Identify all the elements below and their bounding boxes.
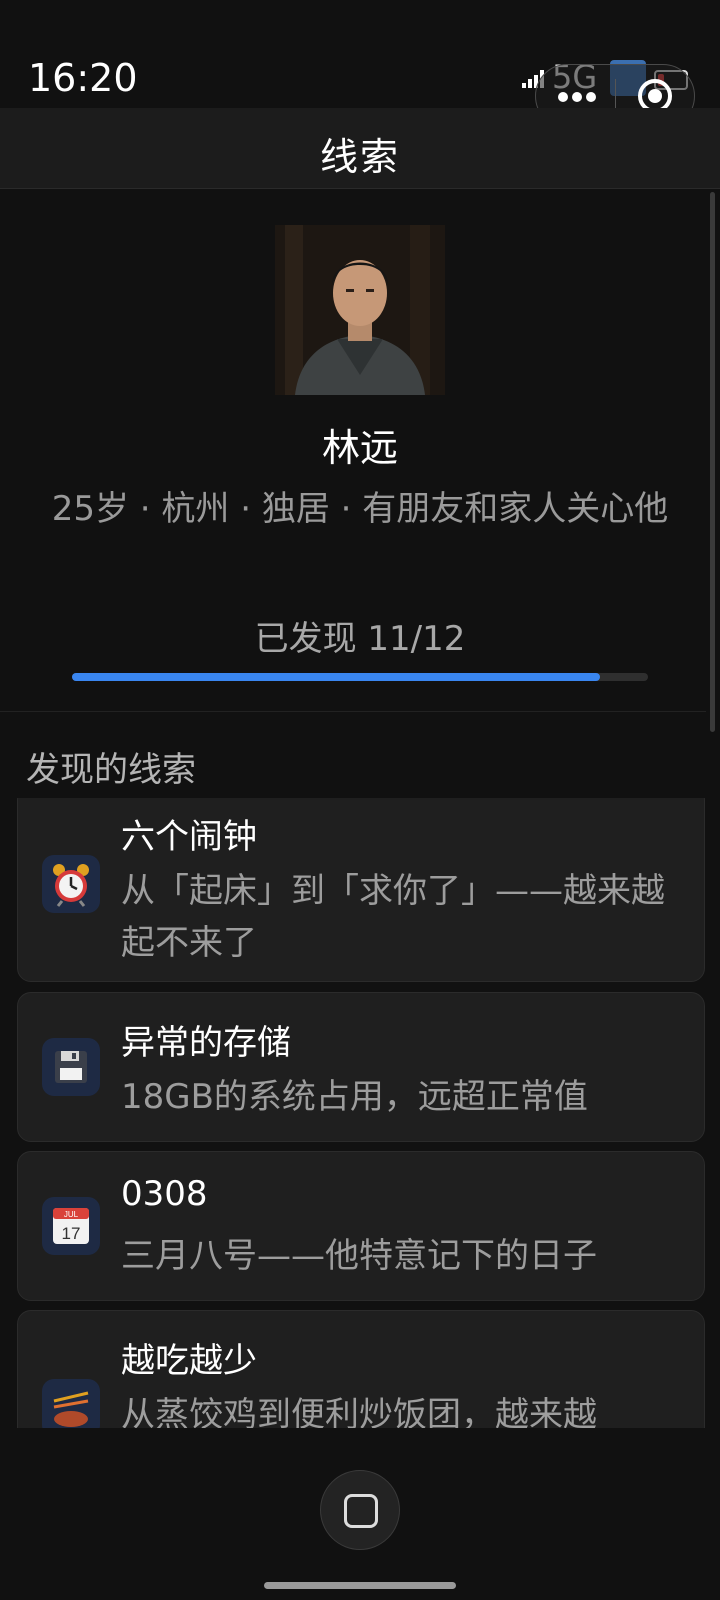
profile-section: 林远 25岁 · 杭州 · 独居 · 有朋友和家人关心他 已发现 11/12: [0, 189, 706, 712]
clue-description: 从「起床」到「求你了」——越来越起不来了: [121, 871, 665, 963]
progress-bar: [72, 673, 648, 681]
floppy-disk-icon: [42, 1038, 100, 1096]
calendar-month: JUL: [64, 1210, 79, 1219]
clue-description: 从蒸饺鸡到便利炒饭团，越来越: [121, 1395, 597, 1428]
avatar-portrait-image: [275, 225, 445, 395]
page-title: 线索: [319, 135, 400, 179]
title-bar: 线索: [0, 108, 720, 189]
clue-description: 三月八号——他特意记下的日子: [121, 1236, 597, 1276]
scrollbar[interactable]: [710, 192, 715, 732]
clue-title: 异常的存储: [121, 1023, 291, 1063]
clue-card-date[interactable]: JUL 17 0308 三月八号——他特意记下的日子: [17, 1151, 705, 1301]
progress-bar-fill: [72, 673, 601, 681]
clue-card-alarms[interactable]: 六个闹钟 从「起床」到「求你了」——越来越起不来了: [17, 798, 705, 982]
home-button[interactable]: [320, 1470, 400, 1550]
clue-title: 0308: [121, 1174, 208, 1214]
profile-name: 林远: [321, 426, 398, 470]
clue-title: 越吃越少: [121, 1341, 257, 1381]
clue-card-eating[interactable]: 越吃越少 从蒸饺鸡到便利炒饭团，越来越: [17, 1310, 705, 1428]
food-icon: [42, 1379, 100, 1428]
calendar-day: 17: [62, 1224, 81, 1243]
clue-card-storage[interactable]: 异常的存储 18GB的系统占用，远超正常值: [17, 992, 705, 1142]
clue-list: 六个闹钟 从「起床」到「求你了」——越来越起不来了 异常的存储 18GB的系统占…: [0, 798, 720, 1428]
progress-label: 已发现 11/12: [254, 619, 466, 659]
clue-title: 六个闹钟: [121, 817, 257, 857]
avatar: [275, 225, 445, 395]
profile-description: 25岁 · 杭州 · 独居 · 有朋友和家人关心他: [51, 489, 669, 529]
alarm-clock-icon: [42, 855, 100, 913]
calendar-icon: JUL 17: [42, 1197, 100, 1255]
clue-description: 18GB的系统占用，远超正常值: [121, 1077, 588, 1117]
more-options-icon[interactable]: [558, 87, 600, 103]
clues-section-title: 发现的线索: [26, 750, 196, 790]
status-time: 16:20: [28, 56, 138, 100]
bottom-area: [0, 1428, 720, 1600]
home-indicator[interactable]: [264, 1582, 456, 1589]
status-bar: 16:20 5G: [0, 0, 720, 128]
square-icon: [344, 1494, 378, 1528]
